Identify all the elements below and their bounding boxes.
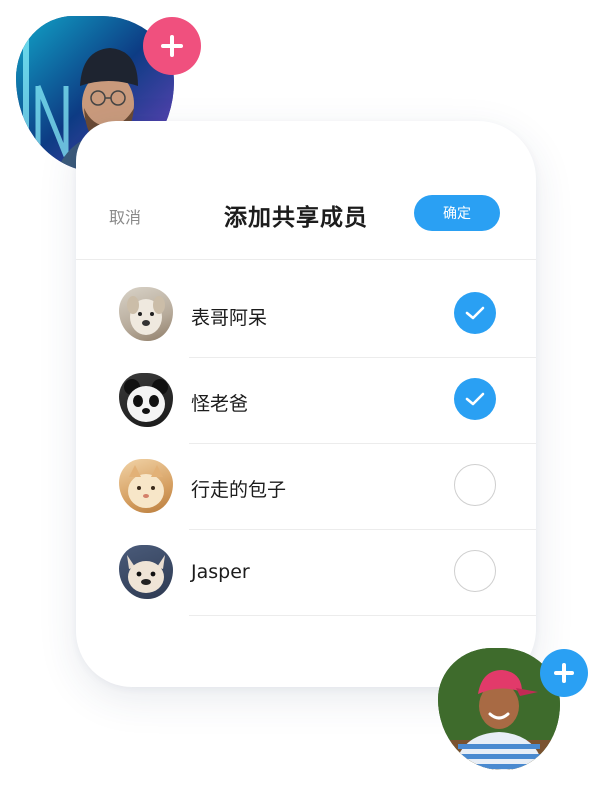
card-header: 取消 添加共享成员 确定: [76, 183, 536, 245]
member-row[interactable]: Jasper: [76, 531, 536, 617]
add-member-button-bottom[interactable]: [540, 649, 588, 697]
member-checkbox[interactable]: [454, 378, 496, 420]
row-divider: [189, 615, 536, 616]
row-divider: [189, 357, 536, 358]
member-row[interactable]: 怪老爸: [76, 359, 536, 445]
member-name: 表哥阿呆: [191, 307, 268, 329]
page-title: 添加共享成员: [224, 205, 368, 231]
check-icon: [465, 392, 485, 406]
header-divider: [76, 259, 536, 260]
plus-icon: [161, 35, 183, 57]
cancel-button[interactable]: 取消: [109, 204, 141, 228]
member-name: 怪老爸: [191, 393, 249, 415]
member-checkbox[interactable]: [454, 292, 496, 334]
plus-icon: [554, 663, 574, 683]
member-checkbox[interactable]: [454, 464, 496, 506]
cat-avatar: [119, 459, 173, 513]
bulldog-avatar: [119, 545, 173, 599]
dog-avatar: [119, 287, 173, 341]
member-row[interactable]: 表哥阿呆: [76, 273, 536, 359]
confirm-button[interactable]: 确定: [414, 195, 500, 231]
share-members-card: 取消 添加共享成员 确定 表哥阿呆 怪老爸 行走的包子 Jasper: [76, 121, 536, 687]
add-member-button-top[interactable]: [143, 17, 201, 75]
panda-avatar: [119, 373, 173, 427]
member-name: Jasper: [191, 561, 250, 583]
check-icon: [465, 306, 485, 320]
member-name: 行走的包子: [191, 479, 287, 501]
row-divider: [189, 529, 536, 530]
member-row[interactable]: 行走的包子: [76, 445, 536, 531]
row-divider: [189, 443, 536, 444]
member-checkbox[interactable]: [454, 550, 496, 592]
